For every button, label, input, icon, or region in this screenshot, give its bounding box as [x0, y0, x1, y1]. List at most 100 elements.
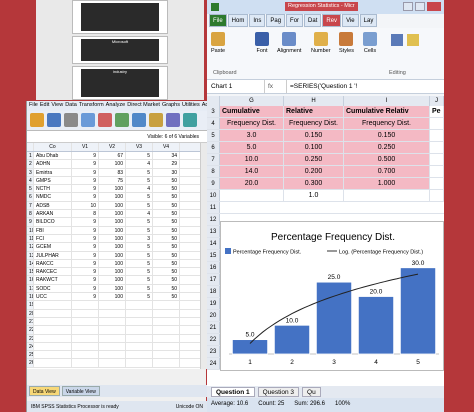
cell[interactable]: 0.300 — [284, 178, 344, 189]
data-cell[interactable]: 8 — [72, 210, 99, 218]
data-cell[interactable]: 5 — [126, 152, 153, 160]
cell[interactable]: 0.500 — [344, 154, 430, 165]
data-cell[interactable]: FCI — [34, 234, 72, 243]
row-header[interactable]: 13 — [207, 226, 220, 237]
data-cell[interactable]: 50 — [153, 234, 180, 243]
data-cell[interactable]: 9 — [72, 168, 99, 176]
data-cell[interactable]: NMDC — [34, 193, 72, 201]
row-number[interactable]: 13 — [27, 251, 34, 259]
data-cell[interactable] — [99, 309, 126, 317]
data-cell[interactable]: 9 — [72, 284, 99, 293]
data-cell[interactable] — [126, 317, 153, 326]
data-cell[interactable] — [99, 359, 126, 367]
insert-function-button[interactable]: fx — [265, 80, 287, 93]
menu-item[interactable]: Transform — [79, 102, 104, 110]
data-cell[interactable] — [72, 342, 99, 351]
data-cell[interactable]: 100 — [99, 251, 126, 259]
row-number[interactable]: 20 — [27, 309, 34, 317]
data-cell[interactable]: 50 — [153, 259, 180, 268]
data-cell[interactable] — [34, 359, 72, 367]
ribbon-tab[interactable]: Lay — [359, 14, 378, 27]
open-icon[interactable] — [30, 113, 44, 127]
cell[interactable]: 0.250 — [344, 142, 430, 153]
data-cell[interactable]: 3 — [126, 234, 153, 243]
data-cell[interactable]: 50 — [153, 176, 180, 185]
data-cell[interactable]: 100 — [99, 218, 126, 226]
row-header[interactable]: 24 — [207, 358, 220, 369]
row-header[interactable]: 12 — [207, 214, 220, 225]
split-file-icon[interactable] — [183, 113, 197, 127]
sheet-tab-question-1[interactable]: Question 1 — [211, 387, 255, 397]
maximize-icon[interactable] — [415, 2, 425, 11]
row-number[interactable]: 9 — [27, 218, 34, 226]
data-cell[interactable]: 50 — [153, 201, 180, 210]
data-cell[interactable] — [72, 351, 99, 359]
data-cell[interactable]: 5 — [126, 251, 153, 259]
cell[interactable]: Frequency Dist. — [220, 118, 284, 129]
data-cell[interactable]: 5 — [126, 193, 153, 201]
row-number[interactable]: 18 — [27, 293, 34, 301]
cell[interactable]: 0.700 — [344, 166, 430, 177]
cell[interactable]: Relative — [284, 106, 344, 117]
data-cell[interactable] — [72, 326, 99, 334]
row-header[interactable]: 16 — [207, 262, 220, 273]
data-cell[interactable]: 5 — [126, 226, 153, 234]
data-cell[interactable] — [126, 342, 153, 351]
row-number[interactable]: 23 — [27, 334, 34, 342]
data-cell[interactable] — [34, 301, 72, 309]
data-cell[interactable]: 5 — [126, 293, 153, 301]
data-cell[interactable]: NCTH — [34, 185, 72, 193]
cell[interactable]: Pe — [430, 106, 444, 117]
data-cell[interactable]: 100 — [99, 201, 126, 210]
row-number[interactable]: 6 — [27, 193, 34, 201]
goto-case-icon[interactable] — [132, 113, 146, 127]
tab-variable-view[interactable]: Variable View — [61, 386, 100, 396]
variables-icon[interactable] — [149, 113, 163, 127]
page-thumbnail[interactable] — [72, 0, 168, 34]
sheet-tab-question-3[interactable]: Question 3 — [257, 387, 300, 397]
column-header-g[interactable]: G — [220, 96, 284, 106]
data-cell[interactable] — [34, 317, 72, 326]
ribbon-tab[interactable]: Hom — [227, 14, 249, 27]
dialog-recall-icon[interactable] — [81, 113, 95, 127]
worksheet[interactable]: 3 Cumulative Relative Cumulative Relativ Pe 4… — [207, 106, 444, 386]
row-number[interactable]: 26 — [27, 359, 34, 367]
cell[interactable] — [430, 190, 444, 201]
data-cell[interactable]: 100 — [99, 293, 126, 301]
row-number[interactable]: 3 — [27, 168, 34, 176]
row-number[interactable]: 16 — [27, 276, 34, 284]
zoom-level[interactable]: 100% — [335, 401, 350, 409]
row-header[interactable]: 7 — [207, 154, 220, 165]
menu-item[interactable]: File — [29, 102, 38, 110]
data-cell[interactable] — [72, 309, 99, 317]
row-number[interactable]: 22 — [27, 326, 34, 334]
find-icon[interactable] — [166, 113, 180, 127]
cell[interactable]: Cumulative Relativ — [344, 106, 430, 117]
data-cell[interactable] — [153, 326, 180, 334]
ribbon-tab[interactable]: Pag — [266, 14, 286, 27]
data-cell[interactable]: 83 — [99, 168, 126, 176]
redo-icon[interactable] — [115, 113, 129, 127]
data-cell[interactable]: 5 — [126, 243, 153, 251]
row-header[interactable]: 11 — [207, 202, 220, 213]
data-cell[interactable]: 9 — [72, 218, 99, 226]
spss-data-grid[interactable]: Co V1 V2 V3 V4 1 Abu Dhab 9 67 5 34 2 ADHN 9 100 4 29 3 Em… — [27, 143, 207, 369]
data-cell[interactable] — [72, 334, 99, 342]
row-header[interactable]: 8 — [207, 166, 220, 177]
row-number[interactable]: 17 — [27, 284, 34, 293]
column-header[interactable]: V1 — [72, 143, 99, 151]
ribbon-tab[interactable]: Dat — [304, 14, 322, 27]
alignment-button[interactable]: Alignment — [277, 32, 301, 54]
cell[interactable] — [220, 190, 284, 201]
data-cell[interactable]: 9 — [72, 193, 99, 201]
row-number[interactable]: 10 — [27, 226, 34, 234]
cell[interactable]: 14.0 — [220, 166, 284, 177]
data-cell[interactable]: ADSB — [34, 201, 72, 210]
data-cell[interactable] — [126, 359, 153, 367]
row-header[interactable]: 23 — [207, 346, 220, 357]
data-cell[interactable] — [72, 301, 99, 309]
row-number[interactable]: 11 — [27, 234, 34, 243]
data-cell[interactable]: 100 — [99, 259, 126, 268]
row-header[interactable]: 15 — [207, 250, 220, 261]
data-cell[interactable]: Emirtra — [34, 168, 72, 176]
